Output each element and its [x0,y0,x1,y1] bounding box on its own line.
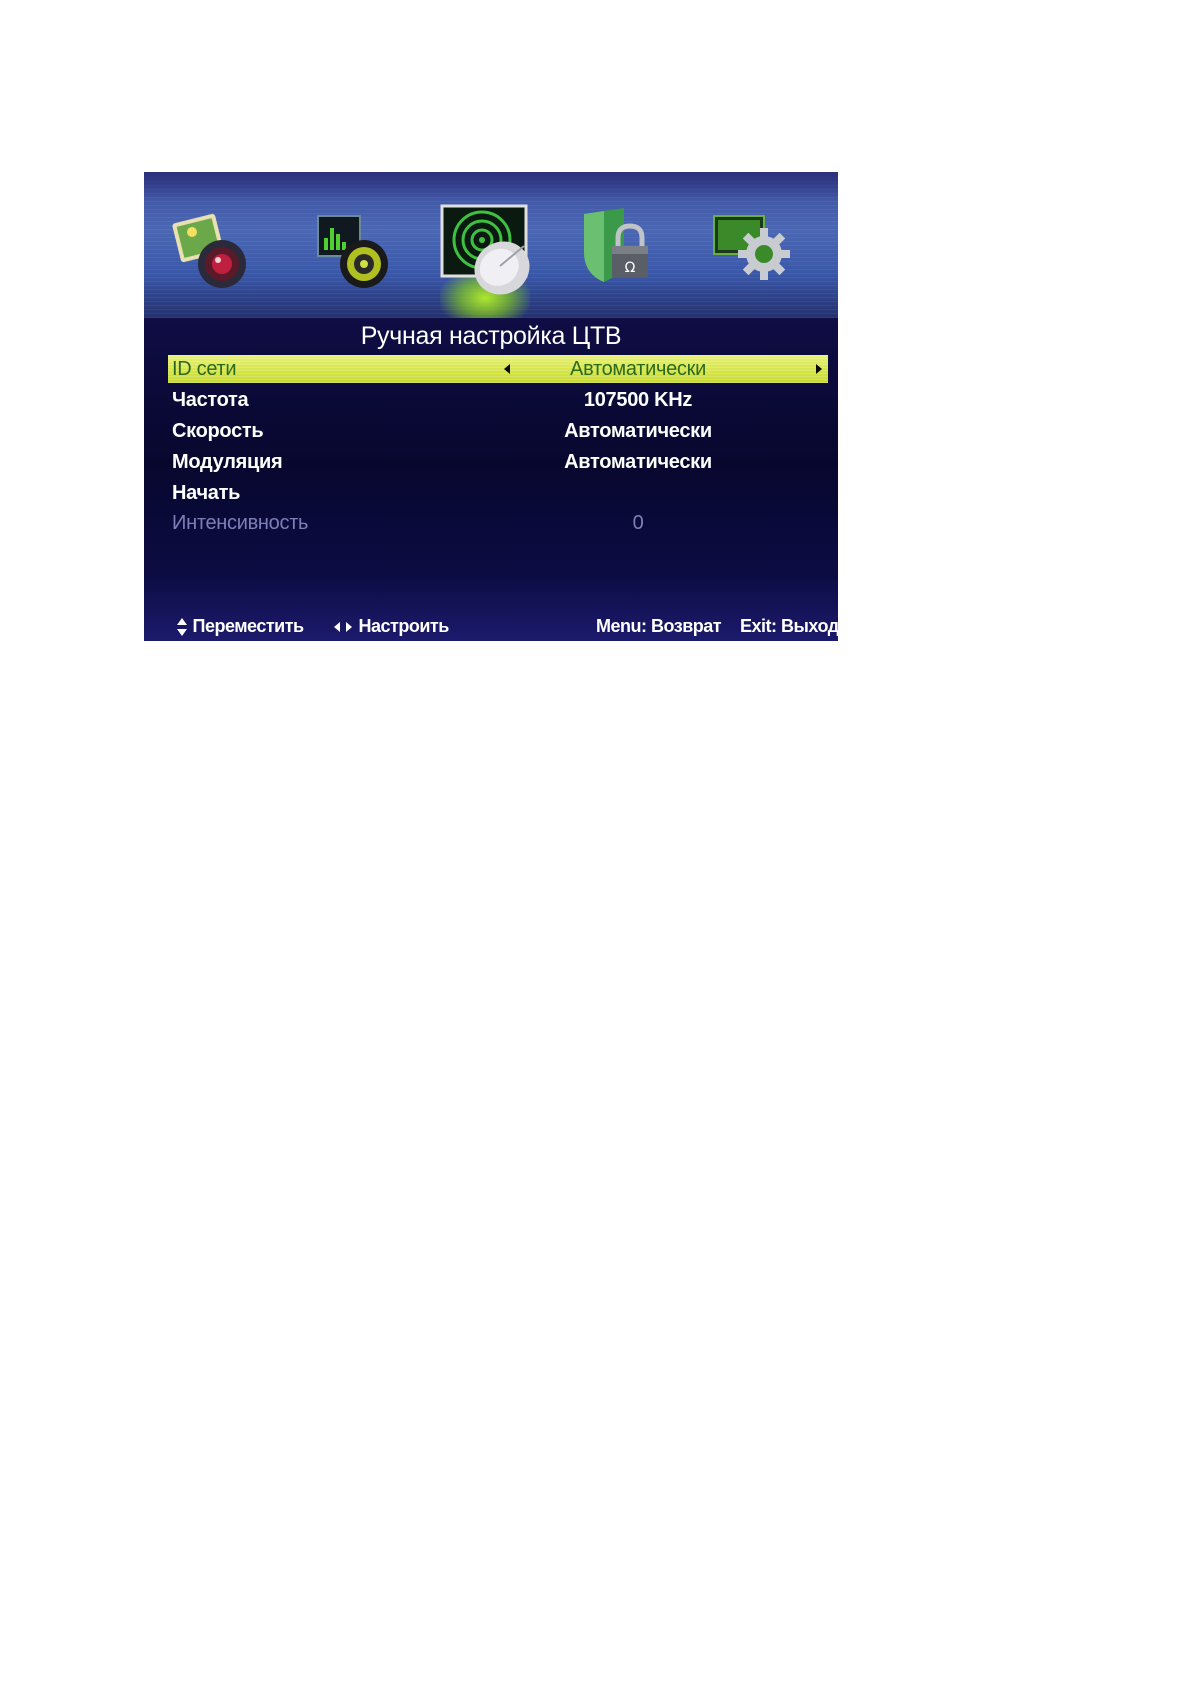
row-label: Скорость [172,420,264,442]
menu-row-network-id[interactable]: ID сети Автоматически [168,355,828,383]
up-down-arrow-icon [177,618,187,637]
row-label: Интенсивность [172,512,309,534]
setup-icon[interactable] [706,202,802,298]
hint-adjust-label: Настроить [358,616,450,636]
picture-icon[interactable] [166,202,262,298]
row-value: 107500 KHz [583,389,693,411]
row-label: Модуляция [172,451,283,473]
menu-row-frequency[interactable]: Частота 107500 KHz [168,386,828,414]
row-label: Начать [172,482,241,504]
hint-move: Переместить [176,612,304,640]
footer-hints: Переместить Настроить Menu: Возврат Exit… [144,612,838,641]
hint-exit: Exit: Выход [740,616,838,636]
row-value: Автоматически [564,451,712,473]
row-label: Частота [172,389,249,411]
sound-icon[interactable] [308,202,404,298]
left-right-arrow-icon [334,622,352,633]
arrow-right-icon[interactable] [816,364,822,374]
tv-osd-menu: Ω Ручная настройка ЦТВ ID сети Автоматич… [144,172,838,641]
row-label: ID сети [172,358,237,380]
svg-text:Ω: Ω [625,260,636,276]
menu-row-start[interactable]: Начать [168,479,828,507]
menu-row-intensity: Интенсивность 0 [168,509,828,537]
menu-row-modulation[interactable]: Модуляция Автоматически [168,448,828,476]
channel-icon[interactable] [434,196,544,306]
lock-icon[interactable]: Ω [572,202,668,298]
menu-row-symbol-rate[interactable]: Скорость Автоматически [168,417,828,445]
row-value: Автоматически [564,420,712,442]
hint-menu-back: Menu: Возврат [596,616,722,636]
arrow-left-icon[interactable] [504,364,510,374]
hint-move-label: Переместить [192,616,305,636]
row-value: Автоматически [570,358,706,380]
hint-adjust: Настроить [332,612,449,640]
row-value: 0 [632,512,644,534]
menu-title: Ручная настройка ЦТВ [360,322,622,350]
